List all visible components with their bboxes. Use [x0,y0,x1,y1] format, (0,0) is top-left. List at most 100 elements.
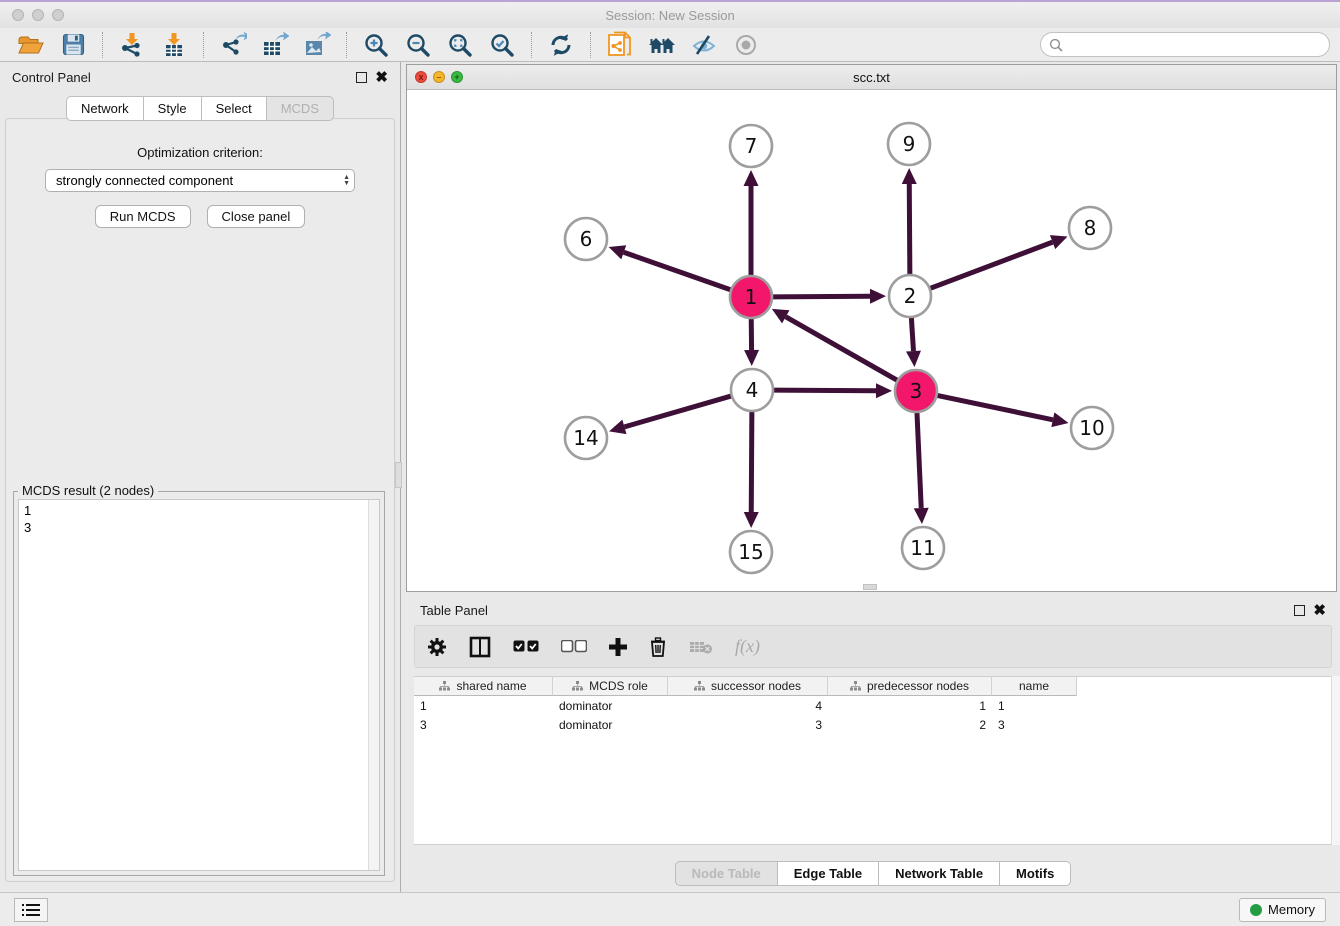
table-scrollbar[interactable] [1331,676,1340,845]
zoom-fit-icon[interactable] [445,31,475,59]
toggle-columns-icon[interactable] [469,636,491,658]
tab-select[interactable]: Select [202,96,267,121]
graph-node-2[interactable]: 2 [889,275,931,317]
control-panel-title: Control Panel [12,70,91,85]
memory-button[interactable]: Memory [1239,898,1326,922]
graph-edge-3-11[interactable] [914,412,929,524]
float-panel-icon[interactable] [356,72,367,83]
float-table-panel-icon[interactable] [1294,605,1305,616]
import-table-icon[interactable] [159,31,189,59]
mcds-result-title: MCDS result (2 nodes) [18,483,158,498]
export-network-icon[interactable] [218,31,248,59]
column-header-mcds-role[interactable]: MCDS role [553,677,668,696]
task-history-button[interactable] [14,898,48,922]
column-header-shared-name[interactable]: shared name [414,677,553,696]
splitter-grip[interactable] [395,462,402,488]
criterion-dropdown[interactable]: strongly connected component ▲▼ [45,169,355,192]
column-type-icon [694,681,705,691]
graph-edge-2-3[interactable] [906,317,921,367]
graph-edge-1-4[interactable] [744,318,759,366]
search-field[interactable] [1040,32,1330,57]
graph-edge-4-3[interactable] [773,383,892,398]
cell-successor-nodes: 3 [668,718,828,734]
result-scrollbar[interactable] [368,500,379,870]
graph-edge-4-14[interactable] [609,396,732,434]
column-header-name[interactable]: name [992,677,1077,696]
zoom-selected-icon[interactable] [487,31,517,59]
search-input[interactable] [1068,37,1321,52]
export-table-icon[interactable] [260,31,290,59]
home-icon[interactable] [647,31,677,59]
tab-style[interactable]: Style [144,96,202,121]
toolbar-separator [203,32,204,58]
graph-edge-2-8[interactable] [930,235,1068,288]
table-row[interactable]: 1 dominator 4 1 1 [414,699,1332,715]
table-toolbar: f(x) [414,625,1332,668]
zoom-in-icon[interactable] [361,31,391,59]
cell-predecessor-nodes: 1 [828,699,992,715]
open-folder-icon[interactable] [16,31,46,59]
graph-node-9[interactable]: 9 [888,123,930,165]
graph-node-3[interactable]: 3 [895,370,937,412]
export-image-icon[interactable] [302,31,332,59]
tab-network-table[interactable]: Network Table [879,861,1000,886]
splitter-grip-horizontal[interactable] [863,584,877,590]
graph-node-11[interactable]: 11 [902,527,944,569]
graph-node-15[interactable]: 15 [730,531,772,573]
graph-edge-3-10[interactable] [937,395,1069,427]
function-builder-icon-disabled: f(x) [735,636,760,657]
graph-node-4[interactable]: 4 [731,369,773,411]
column-header-successor-nodes[interactable]: successor nodes [668,677,828,696]
main-toolbar [0,28,1340,62]
graph-edge-1-6[interactable] [609,245,732,290]
tab-edge-table[interactable]: Edge Table [778,861,879,886]
mcds-result-fieldset: MCDS result (2 nodes) 1 3 [13,491,385,876]
tab-node-table[interactable]: Node Table [675,861,778,886]
graph-edge-4-15[interactable] [744,411,759,528]
graph-node-7[interactable]: 7 [730,125,772,167]
delete-column-trash-icon[interactable] [649,637,667,657]
zoom-out-icon[interactable] [403,31,433,59]
node-table-header: shared name MCDS role successor nodes pr… [414,677,1332,696]
refresh-icon[interactable] [546,31,576,59]
save-icon[interactable] [58,31,88,59]
list-icon [22,903,40,917]
graph-node-1[interactable]: 1 [730,276,772,318]
graph-node-14[interactable]: 14 [565,417,607,459]
svg-text:14: 14 [573,426,598,450]
graph-edge-1-2[interactable] [772,289,886,304]
deselect-all-checkboxes-icon[interactable] [561,640,587,653]
table-settings-gear-icon[interactable] [427,637,447,657]
column-header-predecessor-nodes[interactable]: predecessor nodes [828,677,992,696]
tab-mcds[interactable]: MCDS [267,96,334,121]
app-titlebar: Session: New Session [0,2,1340,28]
column-type-icon [850,681,861,691]
add-column-icon[interactable] [609,638,627,656]
run-mcds-button[interactable]: Run MCDS [95,205,191,228]
graph-edge-2-9[interactable] [902,168,917,275]
status-bar: Memory [0,892,1340,926]
hide-panel-eye-icon[interactable] [689,31,719,59]
cell-shared-name: 1 [414,699,553,715]
graph-node-10[interactable]: 10 [1071,407,1113,449]
close-panel-icon[interactable]: ✖ [375,72,388,83]
graph-node-6[interactable]: 6 [565,218,607,260]
graph-edge-3-1[interactable] [772,309,898,381]
network-canvas[interactable]: 7 9 6 8 1 2 4 3 14 10 15 11 [407,90,1336,591]
graph-edge-1-7[interactable] [744,170,759,276]
close-table-panel-icon[interactable]: ✖ [1313,605,1326,616]
mcds-result-textarea[interactable]: 1 3 [18,499,380,871]
toolbar-separator [531,32,532,58]
table-row[interactable]: 3 dominator 3 2 3 [414,718,1332,734]
tab-network[interactable]: Network [66,96,144,121]
tab-motifs[interactable]: Motifs [1000,861,1071,886]
graph-node-8[interactable]: 8 [1069,207,1111,249]
new-network-view-icon[interactable] [605,31,635,59]
select-all-checkboxes-icon[interactable] [513,640,539,653]
cell-successor-nodes: 4 [668,699,828,715]
node-table[interactable]: shared name MCDS role successor nodes pr… [414,676,1332,845]
close-panel-button[interactable]: Close panel [207,205,306,228]
import-network-icon[interactable] [117,31,147,59]
cell-name: 1 [992,699,1077,715]
control-panel-tabs: Network Style Select MCDS [0,96,400,121]
